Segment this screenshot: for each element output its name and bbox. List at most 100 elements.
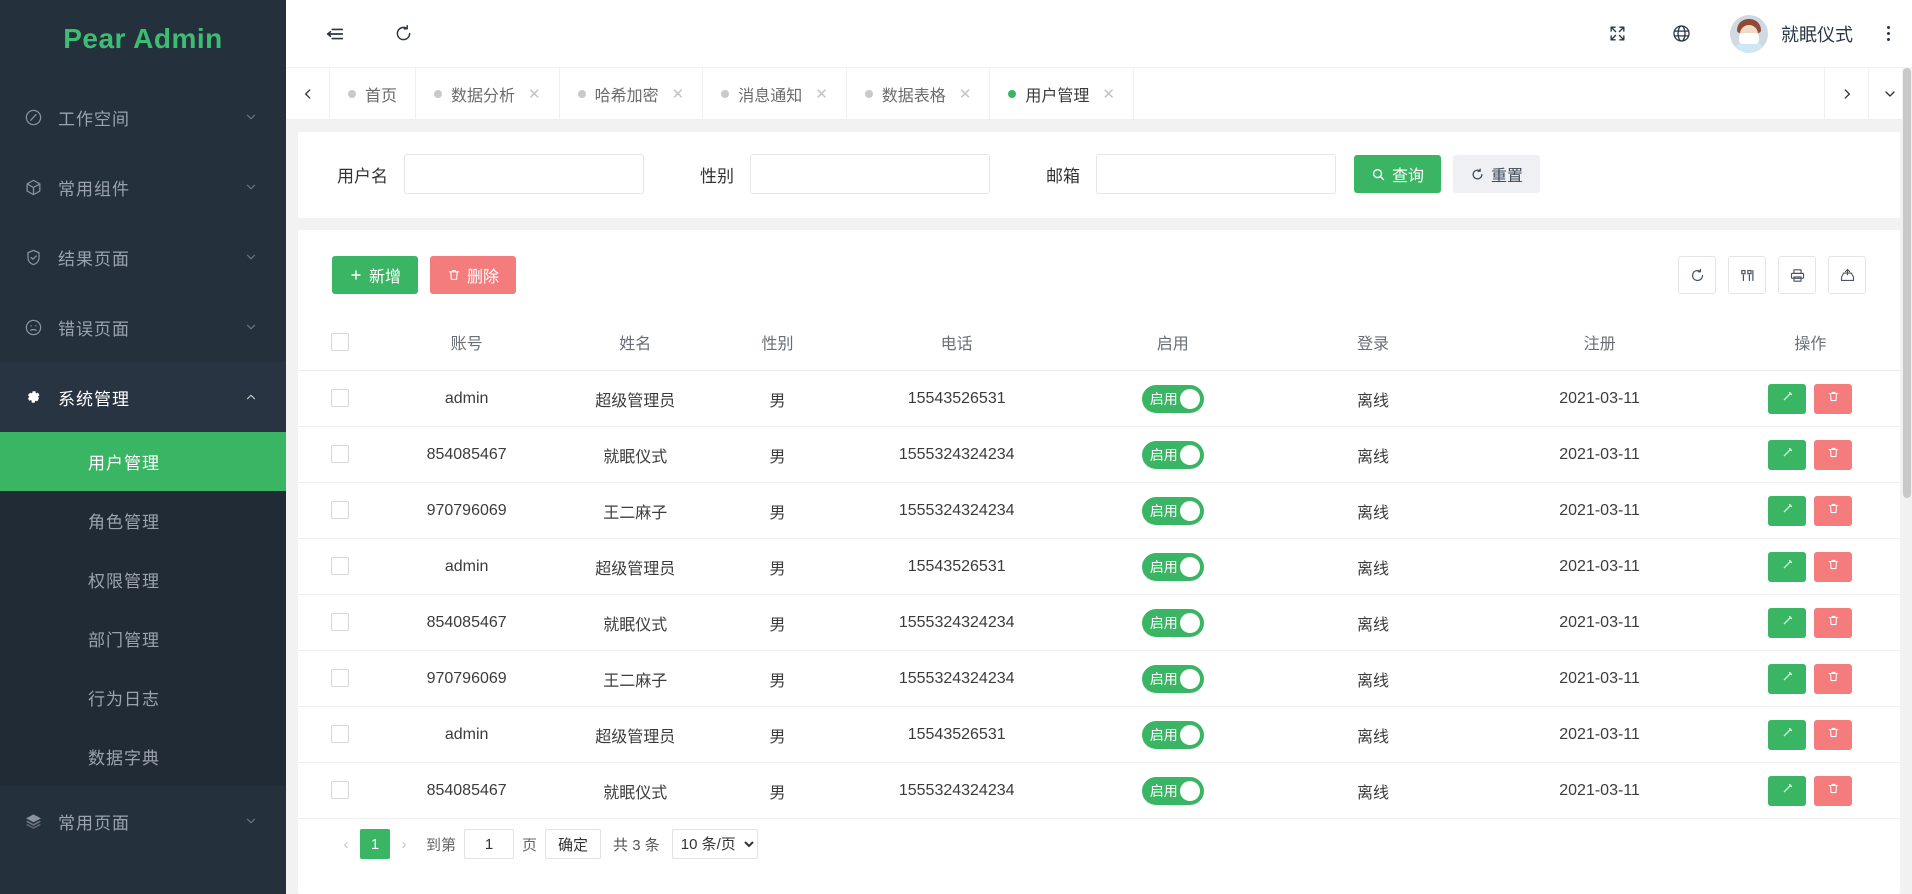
- pagination-page-size-select[interactable]: 10 条/页20 条/页30 条/页40 条/页50 条/页: [671, 829, 758, 859]
- enabled-toggle[interactable]: 启用: [1141, 384, 1204, 413]
- enabled-toggle[interactable]: 启用: [1141, 720, 1204, 749]
- row-checkbox[interactable]: [331, 725, 350, 744]
- edit-row-button[interactable]: [1768, 663, 1807, 694]
- close-icon[interactable]: ✕: [528, 85, 541, 103]
- pagination-next[interactable]: ›: [390, 830, 418, 858]
- add-button-label: 新增: [369, 269, 402, 286]
- row-checkbox[interactable]: [331, 613, 350, 632]
- delete-button[interactable]: 删除: [430, 256, 517, 294]
- row-checkbox[interactable]: [331, 445, 350, 464]
- close-icon[interactable]: ✕: [1102, 85, 1115, 103]
- cell-enabled: 启用: [1077, 538, 1268, 595]
- more-vertical-icon[interactable]: [1887, 26, 1890, 41]
- column-filter-button[interactable]: [1728, 256, 1766, 294]
- delete-row-button[interactable]: [1814, 551, 1853, 582]
- row-checkbox[interactable]: [331, 389, 350, 408]
- table-row[interactable]: 854085467 就眠仪式男 1555324324234 启用 离线 2021-03-1…: [298, 426, 1900, 483]
- row-checkbox[interactable]: [331, 781, 350, 800]
- table-row[interactable]: 970796069 王二麻子男 1555324324234 启用 离线 2021-03-1…: [298, 482, 1900, 539]
- sidebar-item-workspace[interactable]: 工作空间: [0, 82, 286, 152]
- row-checkbox[interactable]: [331, 501, 350, 520]
- tab-hash-encrypt[interactable]: 哈希加密 ✕: [560, 68, 704, 119]
- sidebar-item-error-pages[interactable]: 错误页面: [0, 292, 286, 362]
- table-row[interactable]: 854085467 就眠仪式男 1555324324234 启用 离线 2021-03-1…: [298, 594, 1900, 651]
- enabled-toggle[interactable]: 启用: [1141, 664, 1204, 693]
- table-row[interactable]: 970796069 王二麻子男 1555324324234 启用 离线 2021-03-1…: [298, 650, 1900, 707]
- edit-row-button[interactable]: [1768, 439, 1807, 470]
- enabled-toggle[interactable]: 启用: [1141, 552, 1204, 581]
- edit-row-button[interactable]: [1768, 383, 1807, 414]
- trash-icon: [1827, 502, 1840, 520]
- edit-row-button[interactable]: [1768, 775, 1807, 806]
- sidebar-label-error-pages: 错误页面: [58, 319, 130, 339]
- search-input-gender[interactable]: [750, 154, 990, 194]
- enabled-toggle[interactable]: 启用: [1141, 608, 1204, 637]
- table-row[interactable]: admin 超级管理员男 15543526531 启用 离线 2021-03-11: [298, 706, 1900, 763]
- tab-message-notice[interactable]: 消息通知 ✕: [703, 68, 847, 119]
- sidebar-sublabel-department-management: 部门管理: [88, 631, 160, 650]
- table-row[interactable]: admin 超级管理员男 15543526531 启用 离线 2021-03-11: [298, 538, 1900, 595]
- refresh-table-button[interactable]: [1678, 256, 1716, 294]
- refresh-icon[interactable]: [388, 19, 418, 49]
- edit-row-button[interactable]: [1768, 495, 1807, 526]
- delete-row-button[interactable]: [1814, 495, 1853, 526]
- sidebar-item-system[interactable]: 系统管理: [0, 362, 286, 432]
- reset-button[interactable]: 重置: [1453, 155, 1541, 193]
- delete-row-button[interactable]: [1814, 439, 1853, 470]
- sidebar-item-permission-management[interactable]: 权限管理: [0, 550, 286, 609]
- close-icon[interactable]: ✕: [672, 85, 685, 103]
- cell-account: 854085467: [382, 426, 551, 483]
- page-scrollbar[interactable]: [1902, 68, 1912, 894]
- add-button[interactable]: 新增: [332, 256, 419, 294]
- select-all-checkbox[interactable]: [331, 332, 350, 351]
- table-row[interactable]: admin 超级管理员男 15543526531 启用 离线 2021-03-11: [298, 370, 1900, 427]
- tab-status-dot: [348, 89, 356, 98]
- tab-data-table[interactable]: 数据表格 ✕: [847, 68, 991, 119]
- tab-user-management[interactable]: 用户管理 ✕: [990, 68, 1134, 119]
- pagination-goto-input[interactable]: [464, 829, 515, 859]
- sidebar-item-action-log[interactable]: 行为日志: [0, 668, 286, 727]
- fullscreen-icon[interactable]: [1602, 19, 1632, 49]
- pagination-prev[interactable]: ‹: [332, 830, 360, 858]
- delete-row-button[interactable]: [1814, 383, 1853, 414]
- edit-row-button[interactable]: [1768, 607, 1807, 638]
- chevron-right-icon[interactable]: [1824, 68, 1868, 119]
- table-row[interactable]: 854085467 就眠仪式男 1555324324234 启用 离线 2021-03-1…: [298, 762, 1900, 819]
- delete-row-button[interactable]: [1814, 775, 1853, 806]
- pagination-page-1[interactable]: 1: [360, 829, 390, 859]
- pagination-confirm-button[interactable]: 确定: [545, 829, 602, 859]
- delete-row-button[interactable]: [1814, 607, 1853, 638]
- enabled-toggle[interactable]: 启用: [1141, 440, 1204, 469]
- close-icon[interactable]: ✕: [815, 85, 828, 103]
- menu-collapse-icon[interactable]: [320, 19, 350, 49]
- search-input-username[interactable]: [404, 154, 644, 194]
- row-checkbox[interactable]: [331, 557, 350, 576]
- sidebar-item-components[interactable]: 常用组件: [0, 152, 286, 222]
- edit-row-button[interactable]: [1768, 719, 1807, 750]
- tab-data-analysis[interactable]: 数据分析 ✕: [416, 68, 560, 119]
- sidebar-item-common-pages[interactable]: 常用页面: [0, 786, 286, 856]
- user-menu[interactable]: 就眠仪式: [1730, 14, 1853, 53]
- globe-icon[interactable]: [1666, 19, 1696, 49]
- enabled-toggle[interactable]: 启用: [1141, 776, 1204, 805]
- export-button[interactable]: [1828, 256, 1866, 294]
- sidebar-item-result-pages[interactable]: 结果页面: [0, 222, 286, 292]
- enabled-toggle[interactable]: 启用: [1141, 496, 1204, 525]
- sidebar-item-role-management[interactable]: 角色管理: [0, 491, 286, 550]
- sidebar-item-department-management[interactable]: 部门管理: [0, 609, 286, 668]
- sidebar-item-data-dictionary[interactable]: 数据字典: [0, 727, 286, 786]
- query-button[interactable]: 查询: [1354, 155, 1442, 193]
- delete-row-button[interactable]: [1814, 663, 1853, 694]
- brand-logo[interactable]: Pear Admin: [0, 0, 286, 78]
- chevron-left-icon[interactable]: [286, 68, 330, 119]
- close-icon[interactable]: ✕: [959, 85, 972, 103]
- tab-home[interactable]: 首页: [330, 68, 417, 119]
- edit-row-button[interactable]: [1768, 551, 1807, 582]
- sidebar-item-user-management[interactable]: 用户管理: [0, 432, 286, 491]
- search-input-email[interactable]: [1096, 154, 1336, 194]
- scrollbar-thumb[interactable]: [1903, 68, 1911, 498]
- row-checkbox[interactable]: [331, 669, 350, 688]
- delete-row-button[interactable]: [1814, 719, 1853, 750]
- main-area: 就眠仪式 首页 数据分析 ✕ 哈希加密 ✕ 消息通知 ✕ 数据表格 ✕ 用户管理…: [286, 0, 1912, 894]
- print-button[interactable]: [1778, 256, 1816, 294]
